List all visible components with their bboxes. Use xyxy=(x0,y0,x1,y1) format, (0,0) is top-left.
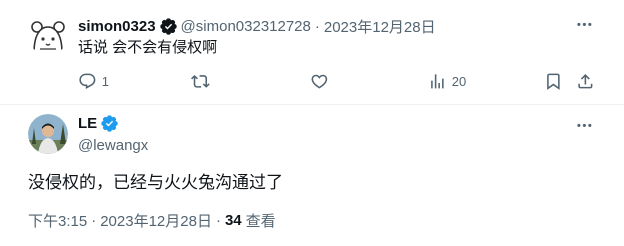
separator-dot: · xyxy=(91,212,97,229)
retweet-button[interactable] xyxy=(191,70,215,92)
bookmark-icon xyxy=(547,73,560,90)
tweet-date[interactable]: 2023年12月28日 xyxy=(324,16,436,37)
like-button[interactable] xyxy=(310,70,334,92)
separator-dot: · xyxy=(314,18,320,35)
retweet-icon xyxy=(191,74,210,88)
views-chart-icon xyxy=(431,73,444,89)
tweet-date[interactable]: 2023年12月28日 xyxy=(100,210,212,231)
views-count: 20 xyxy=(451,73,467,89)
more-options-icon[interactable] xyxy=(574,14,594,34)
verified-badge-icon xyxy=(101,115,118,132)
separator-dot: · xyxy=(215,212,221,229)
author-name[interactable]: LE xyxy=(78,115,97,132)
reply-header: simon0323 @simon032312728 · 2023年12月28日 xyxy=(78,16,436,37)
views-button[interactable]: 20 xyxy=(428,70,466,92)
reply-tweet[interactable]: simon0323 @simon032312728 · 2023年12月28日 … xyxy=(0,0,624,105)
bear-avatar-icon xyxy=(28,15,68,55)
main-tweet: LE @lewangx 没侵权的，已经与火火兔沟通过了 下午3:15 · 202… xyxy=(0,105,624,246)
avatar[interactable] xyxy=(28,114,68,154)
reply-count: 1 xyxy=(101,73,109,89)
share-button[interactable] xyxy=(576,70,595,92)
tweet-text: 没侵权的，已经与火火兔沟通过了 xyxy=(28,173,283,192)
author-handle[interactable]: @lewangx xyxy=(78,137,148,154)
author-name-row: LE xyxy=(78,115,118,132)
tweet-meta: 下午3:15 · 2023年12月28日 · 34 查看 xyxy=(28,210,276,231)
reply-button[interactable]: 1 xyxy=(78,70,109,92)
author-name[interactable]: simon0323 xyxy=(78,18,156,35)
views-count[interactable]: 34 xyxy=(225,212,242,229)
tweet-actions: 1 20 xyxy=(78,70,598,92)
views-label[interactable]: 查看 xyxy=(246,210,276,231)
share-icon xyxy=(578,73,593,89)
tweet-text: 话说 会不会有侵权啊 xyxy=(78,39,218,56)
heart-icon xyxy=(311,74,328,89)
reply-icon xyxy=(79,73,96,89)
verified-badge-icon xyxy=(159,18,177,35)
more-options-icon[interactable] xyxy=(574,115,594,135)
bookmark-button[interactable] xyxy=(544,70,563,92)
tweet-time[interactable]: 下午3:15 xyxy=(28,210,87,231)
author-handle[interactable]: @simon032312728 xyxy=(181,18,311,35)
profile-photo-icon xyxy=(28,114,68,154)
avatar[interactable] xyxy=(28,15,68,55)
